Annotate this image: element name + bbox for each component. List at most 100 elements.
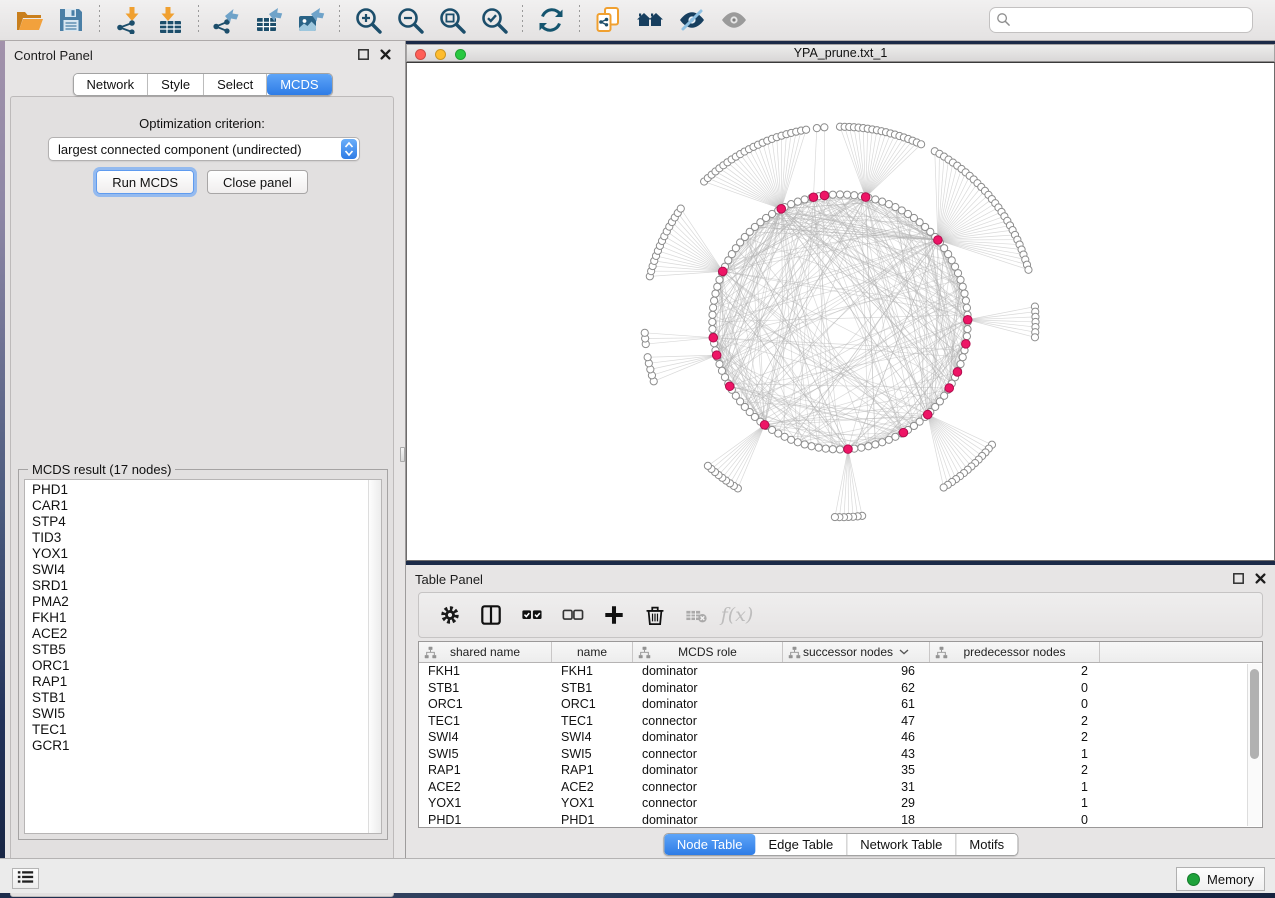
cell: ACE2 xyxy=(552,780,633,794)
cell: 35 xyxy=(783,763,930,777)
tab-mcds[interactable]: MCDS xyxy=(267,74,331,95)
table-row[interactable]: YOX1YOX1connector291 xyxy=(419,795,1262,812)
tab-style[interactable]: Style xyxy=(148,74,204,95)
network-canvas[interactable] xyxy=(406,62,1275,561)
table-tab-motifs[interactable]: Motifs xyxy=(956,834,1017,855)
mcds-result-item[interactable]: TEC1 xyxy=(25,722,367,738)
memory-label: Memory xyxy=(1207,872,1254,887)
copy-network-button[interactable] xyxy=(587,3,629,37)
search-input[interactable] xyxy=(989,7,1253,33)
mcds-result-item[interactable]: STP4 xyxy=(25,514,367,530)
optimization-criterion-select[interactable]: largest connected component (undirected) xyxy=(48,137,360,161)
table-tab-edge-table[interactable]: Edge Table xyxy=(755,834,847,855)
run-mcds-button[interactable]: Run MCDS xyxy=(96,170,194,194)
deselect-all-columns-button[interactable] xyxy=(555,597,591,633)
main-toolbar-items xyxy=(0,0,755,40)
window-minimize-traffic-light[interactable] xyxy=(435,49,446,60)
table-row[interactable]: SWI4SWI4dominator462 xyxy=(419,729,1262,746)
column-header-shared-name[interactable]: shared name xyxy=(419,642,552,662)
column-header-MCDS-role[interactable]: MCDS role xyxy=(633,642,783,662)
cell: 62 xyxy=(783,681,930,695)
column-header-predecessor-nodes[interactable]: predecessor nodes xyxy=(930,642,1100,662)
tab-select[interactable]: Select xyxy=(204,74,267,95)
mcds-result-item[interactable]: GCR1 xyxy=(25,738,367,754)
mcds-result-item[interactable]: SRD1 xyxy=(25,578,367,594)
table-row[interactable]: ACE2ACE2connector311 xyxy=(419,779,1262,796)
select-all-columns-button[interactable] xyxy=(514,597,550,633)
delete-table-button[interactable] xyxy=(678,597,714,633)
cell: STB1 xyxy=(419,681,552,695)
table-row[interactable]: FKH1FKH1dominator962 xyxy=(419,663,1262,680)
show-all-button[interactable] xyxy=(713,3,755,37)
table-settings-button[interactable] xyxy=(432,597,468,633)
apply-function-button[interactable]: f(x) xyxy=(719,597,755,633)
column-label: predecessor nodes xyxy=(963,645,1065,659)
mcds-result-item[interactable]: PHD1 xyxy=(25,482,367,498)
export-network-button[interactable] xyxy=(206,3,248,37)
mcds-result-item[interactable]: STB5 xyxy=(25,642,367,658)
table-panel-float-button[interactable] xyxy=(1232,572,1245,585)
namespace-tree-icon xyxy=(638,646,651,659)
open-file-button[interactable] xyxy=(8,3,50,37)
mcds-result-item[interactable]: ACE2 xyxy=(25,626,367,642)
mcds-result-item[interactable]: FKH1 xyxy=(25,610,367,626)
mcds-result-item[interactable]: CAR1 xyxy=(25,498,367,514)
show-neighbors-button[interactable] xyxy=(629,3,671,37)
mcds-list-scrollbar[interactable] xyxy=(368,480,381,833)
apply-layout-button[interactable] xyxy=(530,3,572,37)
show-panels-button[interactable] xyxy=(12,868,39,889)
window-zoom-traffic-light[interactable] xyxy=(455,49,466,60)
mcds-result-item[interactable]: PMA2 xyxy=(25,594,367,610)
mcds-result-item[interactable]: RAP1 xyxy=(25,674,367,690)
hide-eye-icon xyxy=(678,6,706,34)
cell: dominator xyxy=(633,664,783,678)
table-row[interactable]: RAP1RAP1dominator352 xyxy=(419,762,1262,779)
table-row[interactable]: PHD1PHD1dominator180 xyxy=(419,812,1262,829)
mcds-result-item[interactable]: YOX1 xyxy=(25,546,367,562)
hide-selection-button[interactable] xyxy=(671,3,713,37)
column-header-filler xyxy=(1100,642,1262,662)
table-toolbar: f(x) xyxy=(418,592,1263,638)
control-panel-close-button[interactable] xyxy=(379,48,392,61)
zoom-fit-button[interactable] xyxy=(431,3,473,37)
table-tab-network-table[interactable]: Network Table xyxy=(847,834,956,855)
import-table-button[interactable] xyxy=(149,3,191,37)
cell: dominator xyxy=(633,730,783,744)
mcds-result-item[interactable]: STB1 xyxy=(25,690,367,706)
table-row[interactable]: SWI5SWI5connector431 xyxy=(419,746,1262,763)
zoom-in-button[interactable] xyxy=(347,3,389,37)
zoom-out-button[interactable] xyxy=(389,3,431,37)
table-tab-node-table[interactable]: Node Table xyxy=(664,834,756,855)
export-image-button[interactable] xyxy=(290,3,332,37)
import-network-button[interactable] xyxy=(107,3,149,37)
tab-network[interactable]: Network xyxy=(73,74,148,95)
add-column-button[interactable] xyxy=(596,597,632,633)
mcds-result-item[interactable]: SWI4 xyxy=(25,562,367,578)
column-label: successor nodes xyxy=(803,645,893,659)
column-header-successor-nodes[interactable]: successor nodes xyxy=(783,642,930,662)
close-panel-button[interactable]: Close panel xyxy=(207,170,308,194)
delete-column-button[interactable] xyxy=(637,597,673,633)
check-on-icon xyxy=(521,604,543,626)
window-close-traffic-light[interactable] xyxy=(415,49,426,60)
splitter-grip[interactable] xyxy=(400,447,405,462)
toggle-columns-button[interactable] xyxy=(473,597,509,633)
control-panel-float-button[interactable] xyxy=(357,48,370,61)
cell: RAP1 xyxy=(552,763,633,777)
save-session-button[interactable] xyxy=(50,3,92,37)
memory-button[interactable]: Memory xyxy=(1176,867,1265,891)
table-row[interactable]: ORC1ORC1dominator610 xyxy=(419,696,1262,713)
table-panel-close-button[interactable] xyxy=(1254,572,1267,585)
table-row[interactable]: TEC1TEC1connector472 xyxy=(419,713,1262,730)
mcds-result-item[interactable]: TID3 xyxy=(25,530,367,546)
zoom-selected-button[interactable] xyxy=(473,3,515,37)
mcds-result-item[interactable]: SWI5 xyxy=(25,706,367,722)
export-table-button[interactable] xyxy=(248,3,290,37)
column-header-name[interactable]: name xyxy=(552,642,633,662)
mcds-result-list[interactable]: PHD1CAR1STP4TID3YOX1SWI4SRD1PMA2FKH1ACE2… xyxy=(24,479,382,834)
mcds-result-item[interactable]: ORC1 xyxy=(25,658,367,674)
table-scrollbar-thumb[interactable] xyxy=(1250,669,1259,759)
table-row[interactable]: STB1STB1dominator620 xyxy=(419,680,1262,697)
refresh-icon xyxy=(537,6,565,34)
network-view-window: YPA_prune.txt_1 xyxy=(406,44,1275,561)
